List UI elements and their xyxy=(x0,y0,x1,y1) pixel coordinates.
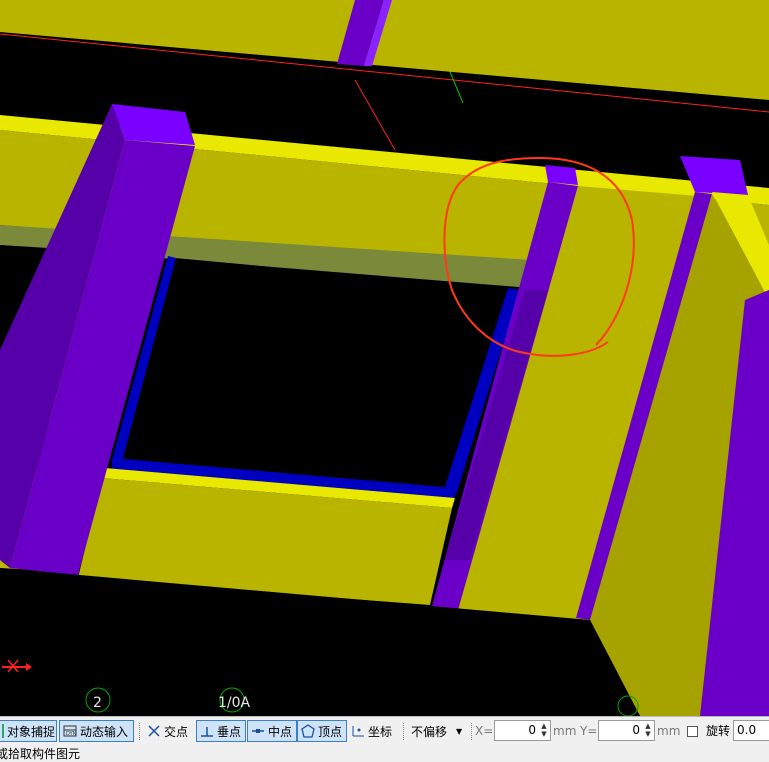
midpoint-snap-button[interactable]: 中点 xyxy=(247,720,297,742)
vertex-icon xyxy=(301,724,315,738)
svg-text:DYN: DYN xyxy=(66,731,77,737)
x-value: 0 xyxy=(528,723,536,737)
intersection-snap-button[interactable]: 交点 xyxy=(144,720,194,742)
y-value: 0 xyxy=(632,723,640,737)
axis-label-2: 2 xyxy=(93,695,102,711)
rotate-input[interactable]: 0.0 xyxy=(733,720,769,741)
offset-dropdown[interactable]: 不偏移 ▼ xyxy=(408,720,468,742)
model-scene[interactable]: 2 1/0A xyxy=(0,0,769,716)
midpoint-icon xyxy=(252,729,264,733)
object-snap-button[interactable]: 对象捕捉 xyxy=(0,720,57,742)
spinner-arrows-icon[interactable]: ▲ ▼ xyxy=(643,722,653,739)
spinner-arrows-icon[interactable]: ▲ ▼ xyxy=(539,722,549,739)
midpoint-label: 中点 xyxy=(268,724,293,739)
offset-value: 不偏移 xyxy=(411,724,448,739)
vertex-snap-button[interactable]: 顶点 xyxy=(297,720,347,742)
3d-viewport[interactable]: 2 1/0A xyxy=(0,0,769,716)
dynamic-input-button[interactable]: DYN 动态输入 xyxy=(59,720,134,742)
toolbar-separator xyxy=(471,723,473,740)
rotate-value: 0.0 xyxy=(737,723,757,737)
coordinate-icon xyxy=(352,726,364,737)
dynamic-input-label: 动态输入 xyxy=(80,724,129,739)
y-coordinate-input[interactable]: 0 ▲ ▼ xyxy=(598,720,655,741)
x-coordinate-input[interactable]: 0 ▲ ▼ xyxy=(494,720,551,741)
intersection-icon xyxy=(148,725,160,737)
axis-label-1-0a: 1/0A xyxy=(218,695,251,711)
object-snap-label: 对象捕捉 xyxy=(7,724,56,739)
dynamic-input-icon: DYN xyxy=(63,725,77,737)
intersection-label: 交点 xyxy=(164,724,189,739)
object-snap-icon xyxy=(2,724,4,738)
y-unit: mm xyxy=(657,724,681,738)
y-label: Y= xyxy=(580,724,598,738)
grid-line xyxy=(354,79,396,151)
coordinate-snap-button[interactable]: 坐标 xyxy=(348,720,398,742)
coordinate-label: 坐标 xyxy=(368,724,393,739)
toolbar-separator xyxy=(139,723,141,740)
dropdown-arrow-icon: ▼ xyxy=(456,726,463,736)
snap-toolbar: 对象捕捉 DYN 动态输入 交点 垂点 中点 顶点 坐标 不偏移 ▼ X= 0 … xyxy=(0,716,769,746)
status-bar: 或拾取构件图元 xyxy=(0,746,769,762)
status-text: 或拾取构件图元 xyxy=(0,747,81,761)
vertex-label: 顶点 xyxy=(318,724,343,739)
rotate-label: 旋转 xyxy=(706,724,731,738)
toolbar-separator xyxy=(403,723,405,740)
perpendicular-label: 垂点 xyxy=(217,724,242,739)
x-label: X= xyxy=(475,724,494,738)
column-middle-top[interactable] xyxy=(545,165,578,185)
x-unit: mm xyxy=(553,724,577,738)
rotate-checkbox[interactable] xyxy=(687,726,698,737)
perpendicular-snap-button[interactable]: 垂点 xyxy=(196,720,246,742)
perpendicular-icon xyxy=(201,727,213,737)
